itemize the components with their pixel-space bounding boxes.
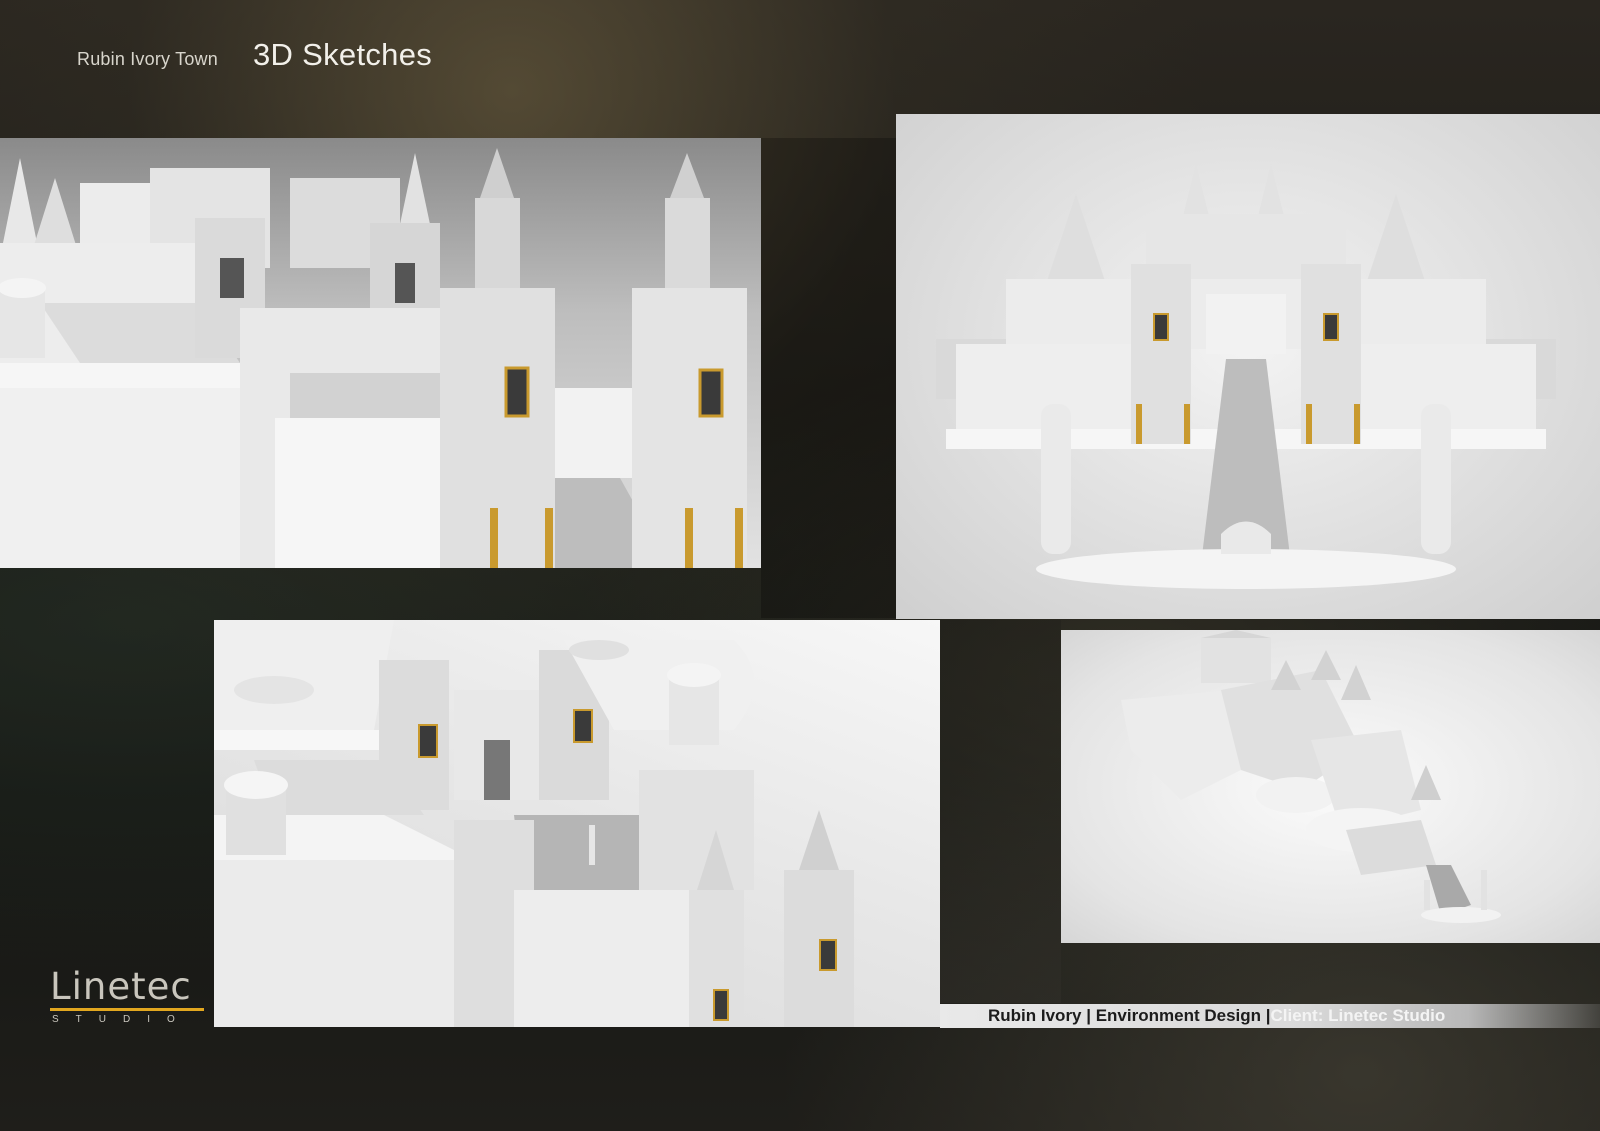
linetec-logo: Linetec STUDIO xyxy=(50,968,206,1028)
render-aerial-courtyard xyxy=(214,620,940,1027)
logo-wordmark: Linetec xyxy=(50,965,192,1008)
background-shadow xyxy=(761,138,896,618)
logo-subtitle: STUDIO xyxy=(52,1014,192,1025)
page-title: 3D Sketches xyxy=(253,37,433,72)
render-full-overview xyxy=(1061,630,1600,943)
caption-project-text: Rubin Ivory | Environment Design | xyxy=(988,1006,1271,1025)
render-closeup-towers xyxy=(0,138,761,568)
caption-bar: Rubin Ivory | Environment Design | Clien… xyxy=(940,1004,1600,1028)
front-elevation-illustration xyxy=(936,164,1556,589)
full-overview-illustration xyxy=(1121,630,1501,923)
aerial-courtyard-illustration xyxy=(214,620,854,1027)
page-subtitle: Rubin Ivory Town xyxy=(77,49,218,69)
logo-accent-line xyxy=(50,1008,204,1011)
closeup-towers-illustration xyxy=(0,148,747,568)
background-gap xyxy=(940,620,1061,1003)
render-front-elevation xyxy=(896,114,1600,619)
caption-client-text: Client: Linetec Studio xyxy=(1270,1006,1446,1025)
